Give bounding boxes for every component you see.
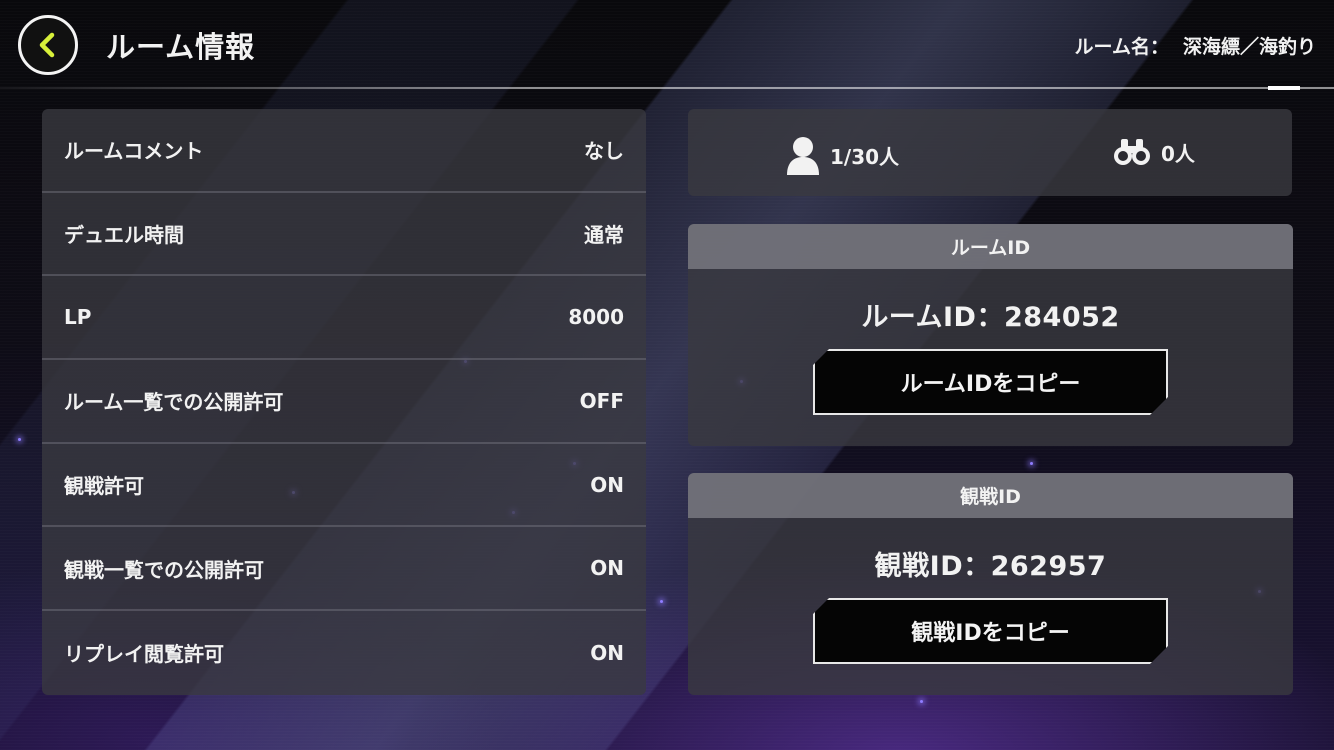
spectate-id-card: 観戦ID 観戦ID：262957 観戦IDをコピー bbox=[688, 473, 1293, 695]
setting-row-replay-view: リプレイ閲覧許可 ON bbox=[42, 611, 646, 695]
copy-room-id-button[interactable]: ルームIDをコピー bbox=[813, 349, 1168, 415]
setting-label: ルーム一覧での公開許可 bbox=[64, 390, 284, 415]
setting-row-spectate-list-public: 観戦一覧での公開許可 ON bbox=[42, 527, 646, 612]
setting-value: なし bbox=[584, 139, 624, 164]
room-name-label: ルーム名： bbox=[1074, 36, 1169, 58]
room-id-card-header: ルームID bbox=[688, 224, 1293, 269]
setting-row-room-comment: ルームコメント なし bbox=[42, 109, 646, 193]
spectate-id-text: 観戦ID：262957 bbox=[874, 551, 1107, 582]
chevron-left-icon bbox=[39, 32, 55, 58]
player-count: 1/30人 bbox=[786, 135, 899, 175]
setting-label: 観戦許可 bbox=[64, 474, 144, 499]
setting-label: LP bbox=[64, 305, 92, 330]
setting-value: 8000 bbox=[568, 305, 624, 330]
setting-label: ルームコメント bbox=[64, 139, 204, 164]
participant-count-panel: 1/30人 0人 bbox=[688, 109, 1292, 196]
header-divider bbox=[0, 87, 1334, 89]
player-count-text: 1/30人 bbox=[830, 144, 900, 169]
setting-value: ON bbox=[590, 640, 624, 665]
setting-value: OFF bbox=[579, 388, 624, 413]
setting-label: リプレイ閲覧許可 bbox=[64, 642, 224, 667]
person-icon bbox=[787, 137, 819, 175]
back-button[interactable] bbox=[18, 15, 78, 75]
spectator-count-text: 0人 bbox=[1161, 141, 1195, 166]
copy-spectate-id-button[interactable]: 観戦IDをコピー bbox=[813, 598, 1168, 664]
setting-label: デュエル時間 bbox=[64, 223, 184, 248]
setting-row-room-list-public: ルーム一覧での公開許可 OFF bbox=[42, 360, 646, 444]
setting-row-lp: LP 8000 bbox=[42, 276, 646, 361]
setting-row-duel-time: デュエル時間 通常 bbox=[42, 193, 646, 277]
spectator-count: 0人 bbox=[1113, 137, 1195, 167]
background-spark bbox=[660, 600, 663, 603]
setting-value: 通常 bbox=[584, 223, 624, 248]
spectate-id-card-header: 観戦ID bbox=[688, 473, 1293, 518]
room-name: ルーム名： 深海縹／海釣り bbox=[1075, 32, 1316, 59]
room-id-text: ルームID：284052 bbox=[861, 302, 1120, 333]
setting-value: ON bbox=[590, 472, 624, 497]
binoculars-icon bbox=[1114, 139, 1150, 165]
background-spark bbox=[18, 438, 21, 441]
page-title: ルーム情報 bbox=[106, 30, 256, 64]
room-id-card: ルームID ルームID：284052 ルームIDをコピー bbox=[688, 224, 1293, 446]
setting-row-spectate-allowed: 観戦許可 ON bbox=[42, 444, 646, 528]
setting-value: ON bbox=[590, 556, 624, 581]
room-name-value: 深海縹／海釣り bbox=[1182, 36, 1316, 58]
background-spark bbox=[1030, 462, 1033, 465]
background-spark bbox=[920, 700, 923, 703]
room-settings-panel: ルームコメント なし デュエル時間 通常 LP 8000 ルーム一覧での公開許可… bbox=[42, 109, 646, 695]
header-divider-accent bbox=[1268, 86, 1300, 90]
setting-label: 観戦一覧での公開許可 bbox=[64, 557, 264, 582]
